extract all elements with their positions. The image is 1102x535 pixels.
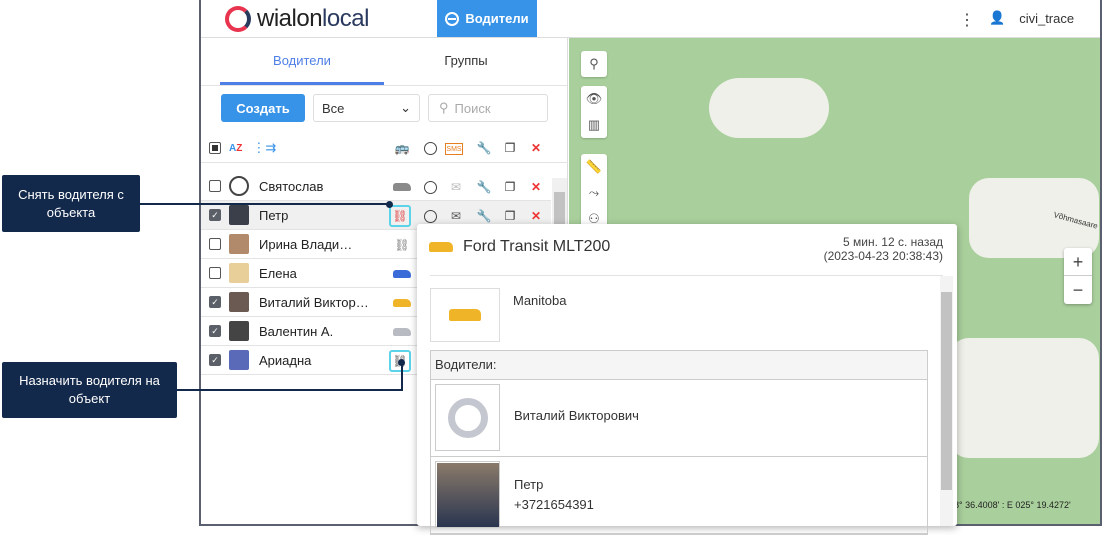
more-menu-icon[interactable]: ⋮ bbox=[959, 10, 975, 30]
zoom-control: + − bbox=[1064, 248, 1092, 304]
unit-thumbnail bbox=[430, 288, 500, 342]
driver-name: Ирина Влади… bbox=[259, 236, 353, 252]
search-icon: ⚲ bbox=[439, 100, 449, 115]
delete-column-icon: ✕ bbox=[530, 141, 542, 155]
top-bar: wialonlocal Водители ⋮ 👤 civi_trace bbox=[201, 0, 1100, 38]
zoom-out-button[interactable]: − bbox=[1064, 276, 1092, 304]
unit-car-icon[interactable] bbox=[391, 321, 413, 343]
steering-wheel-icon bbox=[229, 176, 249, 196]
driver-phone: +3721654391 bbox=[514, 497, 594, 512]
create-button[interactable]: Создать bbox=[221, 94, 305, 122]
driver-name: Петр bbox=[259, 207, 289, 223]
unit-title: Ford Transit MLT200 bbox=[463, 238, 611, 255]
message-icon[interactable]: ✉ bbox=[445, 176, 467, 198]
user-name: civi_trace bbox=[1019, 10, 1075, 26]
tab-drivers[interactable]: Водители bbox=[220, 38, 384, 85]
unit-car-icon[interactable] bbox=[391, 292, 413, 314]
user-icon: 👤 bbox=[989, 10, 1006, 25]
popup-driver-row: Виталий Викторович bbox=[431, 380, 927, 457]
driver-avatar bbox=[229, 292, 249, 312]
object-name: Manitoba bbox=[513, 293, 567, 308]
unit-popup: Ford Transit MLT200 5 мин. 12 с. назад (2… bbox=[417, 224, 957, 535]
unit-car-icon[interactable] bbox=[391, 263, 413, 285]
row-checkbox[interactable]: ✓ bbox=[209, 354, 221, 366]
group-icon[interactable]: ⋮⇉ bbox=[252, 140, 276, 156]
drivers-label: Водители: bbox=[431, 351, 927, 380]
wrench-column-icon: 🔧 bbox=[476, 141, 492, 155]
delete-icon[interactable]: ✕ bbox=[525, 176, 547, 198]
chevron-down-icon: ⌄ bbox=[400, 100, 411, 115]
row-checkbox[interactable]: ✓ bbox=[209, 209, 221, 221]
assign-driver-button[interactable]: ⛓ bbox=[391, 234, 413, 256]
select-all-checkbox[interactable] bbox=[209, 142, 221, 154]
popup-scrollbar[interactable] bbox=[940, 276, 953, 526]
driver-name: Святослав bbox=[259, 178, 324, 194]
map-icon[interactable]: ▥ bbox=[588, 112, 600, 138]
driver-photo bbox=[436, 462, 499, 527]
route-icon[interactable]: ⤳ bbox=[589, 180, 599, 206]
zoom-in-button[interactable]: + bbox=[1064, 248, 1092, 276]
map-search-tool[interactable]: ⚲ bbox=[581, 51, 607, 77]
eye-icon[interactable]: 👁 bbox=[586, 86, 603, 112]
search-icon[interactable]: ⚲ bbox=[589, 51, 599, 77]
driver-name: Валентин А. bbox=[259, 323, 334, 339]
sort-az-icon[interactable]: AZ bbox=[229, 143, 242, 154]
callout-assign: Назначить водителя на объект bbox=[2, 362, 177, 418]
unit-column-icon: 🚌 bbox=[394, 141, 410, 155]
clock-column-icon bbox=[419, 137, 441, 159]
filter-select[interactable]: Все ⌄ bbox=[313, 94, 420, 122]
search-placeholder: Поиск bbox=[454, 100, 491, 116]
row-checkbox[interactable] bbox=[209, 180, 221, 192]
drivers-table: Водители: Виталий Викторович Петр +37216… bbox=[430, 350, 928, 535]
clock-icon[interactable] bbox=[419, 176, 441, 198]
driver-name: Петр bbox=[514, 477, 544, 492]
driver-name: Ариадна bbox=[259, 352, 312, 368]
car-icon bbox=[429, 242, 453, 252]
search-input[interactable]: ⚲ Поиск bbox=[428, 94, 548, 122]
user-menu[interactable]: 👤 civi_trace bbox=[989, 10, 1074, 26]
timestamp: (2023-04-23 20:38:43) bbox=[823, 249, 943, 263]
unit-car-icon[interactable] bbox=[391, 176, 413, 198]
time-ago: 5 мин. 12 с. назад bbox=[843, 235, 943, 249]
row-checkbox[interactable]: ✓ bbox=[209, 296, 221, 308]
copy-icon[interactable]: ❐ bbox=[499, 176, 521, 198]
tab-groups[interactable]: Группы bbox=[384, 38, 548, 85]
steering-wheel-icon bbox=[447, 397, 488, 438]
nav-drivers-label: Водители bbox=[465, 11, 529, 26]
row-checkbox[interactable] bbox=[209, 238, 221, 250]
wrench-icon[interactable]: 🔧 bbox=[473, 176, 495, 198]
list-header: AZ ⋮⇉ 🚌 SMS 🔧 ❐ ✕ bbox=[201, 134, 568, 163]
driver-avatar bbox=[229, 263, 249, 283]
copy-column-icon: ❐ bbox=[504, 141, 516, 155]
callout-unassign: Снять водителя с объекта bbox=[2, 175, 140, 232]
ruler-icon[interactable]: 📏 bbox=[586, 154, 602, 180]
map-layer-tools: 👁 ▥ bbox=[581, 86, 607, 138]
steering-wheel-icon bbox=[445, 11, 460, 26]
nav-drivers-button[interactable]: Водители bbox=[437, 0, 537, 37]
unassign-driver-button[interactable]: ⛓ bbox=[389, 205, 411, 227]
driver-avatar bbox=[229, 205, 249, 225]
driver-row[interactable]: Святослав ✉ 🔧 ❐ ✕ bbox=[201, 172, 551, 201]
driver-name: Виталий Виктор… bbox=[259, 294, 369, 310]
filter-value: Все bbox=[322, 100, 345, 116]
wialon-logo: wialonlocal bbox=[225, 5, 369, 33]
driver-avatar bbox=[229, 321, 249, 341]
sms-column-icon: SMS bbox=[445, 143, 463, 155]
coordinates-readout: 58° 36.4008' : E 025° 19.4272' bbox=[949, 500, 1071, 510]
driver-avatar bbox=[229, 234, 249, 254]
driver-name: Виталий Викторович bbox=[514, 408, 639, 423]
row-checkbox[interactable] bbox=[209, 267, 221, 279]
driver-avatar bbox=[229, 350, 249, 370]
driver-name: Елена bbox=[259, 265, 297, 281]
row-checkbox[interactable]: ✓ bbox=[209, 325, 221, 337]
car-icon bbox=[449, 309, 481, 321]
map-measure-tools: 📏 ⤳ ⚇ bbox=[581, 154, 607, 232]
popup-driver-row: Петр +3721654391 bbox=[431, 457, 927, 534]
